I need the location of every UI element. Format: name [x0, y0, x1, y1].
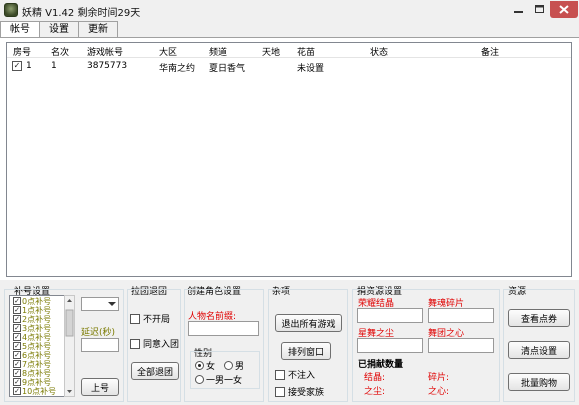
col-tiandi[interactable]: 天地	[262, 45, 280, 58]
row-checkbox[interactable]: ✓	[12, 61, 22, 71]
gender-both-option[interactable]: 一男一女	[195, 373, 242, 386]
list-item[interactable]: ✓ 1点补号	[13, 306, 51, 315]
chevron-down-icon	[108, 302, 116, 306]
dance-soul-input[interactable]	[428, 308, 494, 323]
col-account[interactable]: 游戏帐号	[87, 45, 123, 58]
col-note[interactable]: 备注	[481, 45, 499, 58]
clear-points-button[interactable]: 清点设置	[508, 341, 570, 359]
item-checkbox[interactable]: ✓	[13, 351, 21, 359]
col-region[interactable]: 大区	[159, 45, 177, 58]
col-rank[interactable]: 名次	[51, 45, 69, 58]
cell-account: 3875773	[87, 61, 128, 71]
name-prefix-input[interactable]	[188, 321, 259, 336]
male-radio[interactable]	[224, 361, 233, 370]
close-button[interactable]	[550, 1, 578, 18]
all-quit-button[interactable]: 全部退团	[131, 362, 179, 380]
cell-region: 华南之约	[159, 64, 196, 74]
scroll-arrows-icon	[65, 299, 74, 393]
no-inject-option[interactable]: 不注入	[275, 368, 315, 381]
minimize-icon	[513, 11, 523, 13]
dust-count-label: 之尘:	[364, 387, 386, 397]
both-radio[interactable]	[195, 375, 204, 384]
hour-list-scrollbar[interactable]	[64, 295, 75, 397]
agree-join-option[interactable]: 同意入团	[130, 337, 179, 350]
arrange-windows-button[interactable]: 排列窗口	[281, 342, 331, 360]
list-item[interactable]: ✓ 10点补号	[13, 387, 56, 396]
fragment-count-label: 碎片:	[428, 373, 450, 383]
crystal-count-label: 结晶:	[364, 373, 386, 383]
cell-huamiao: 未设置	[297, 64, 325, 74]
item-checkbox[interactable]: ✓	[13, 378, 21, 386]
item-checkbox[interactable]: ✓	[13, 315, 21, 323]
delay-input[interactable]	[81, 338, 119, 352]
col-channel[interactable]: 频道	[209, 45, 227, 58]
col-status[interactable]: 状态	[370, 45, 388, 58]
maximize-button[interactable]	[529, 1, 549, 18]
cell-rank: 1	[51, 61, 57, 71]
minimize-button[interactable]	[508, 1, 528, 18]
item-checkbox[interactable]: ✓	[13, 333, 21, 341]
accept-family-option[interactable]: 接受家族	[275, 385, 324, 398]
table-row[interactable]: ✓ 1 1 3875773 华南之约 夏日香气 未设置	[7, 59, 571, 74]
table-header: 房号 名次 游戏帐号 大区 频道 天地 花苗 状态 备注	[7, 43, 571, 58]
item-checkbox[interactable]: ✓	[13, 324, 21, 332]
title-bar: 妖精 V1.42 剩余时间29天	[0, 0, 579, 20]
list-item[interactable]: ✓ 2点补号	[13, 315, 51, 324]
cell-channel: 夏日香气	[209, 64, 246, 74]
col-room[interactable]: 房号	[13, 45, 31, 58]
no-open-checkbox[interactable]	[130, 313, 140, 324]
item-checkbox[interactable]: ✓	[13, 387, 21, 395]
list-item[interactable]: ✓ 8点补号	[13, 369, 51, 378]
item-checkbox[interactable]: ✓	[13, 342, 21, 350]
list-item[interactable]: ✓ 3点补号	[13, 324, 51, 333]
app-window: 妖精 V1.42 剩余时间29天 帐号 设置 更新 房号 名次 游戏帐号 大区 …	[0, 0, 579, 405]
list-item[interactable]: ✓ 0点补号	[13, 297, 51, 306]
list-item[interactable]: ✓ 7点补号	[13, 360, 51, 369]
no-open-option[interactable]: 不开局	[130, 312, 170, 325]
donated-title: 已捐献数量	[358, 360, 404, 370]
item-checkbox[interactable]: ✓	[13, 369, 21, 377]
glory-crystal-input[interactable]	[357, 308, 423, 323]
dance-heart-input[interactable]	[428, 338, 494, 353]
up-button[interactable]: 上号	[81, 378, 119, 396]
item-checkbox[interactable]: ✓	[13, 297, 21, 305]
batch-buy-button[interactable]: 批量购物	[508, 373, 570, 391]
item-checkbox[interactable]: ✓	[13, 306, 21, 314]
delay-label: 延迟(秒)	[81, 328, 116, 338]
no-inject-checkbox[interactable]	[275, 369, 285, 380]
tab-bar: 帐号 设置 更新	[0, 21, 118, 38]
list-item[interactable]: ✓ 6点补号	[13, 351, 51, 360]
heart-count-label: 之心:	[428, 387, 450, 397]
account-table[interactable]: 房号 名次 游戏帐号 大区 频道 天地 花苗 状态 备注 ✓ 1 1 38757…	[6, 42, 572, 277]
star-dust-input[interactable]	[357, 338, 423, 353]
cell-room: 1	[26, 61, 32, 71]
col-huamiao[interactable]: 花苗	[297, 45, 315, 58]
accept-family-checkbox[interactable]	[275, 386, 285, 397]
item-checkbox[interactable]: ✓	[13, 360, 21, 368]
hour-select[interactable]	[81, 297, 119, 311]
maximize-icon	[534, 5, 544, 13]
female-radio[interactable]	[195, 361, 204, 370]
gender-male-option[interactable]: 男	[224, 359, 244, 372]
tab-settings[interactable]: 设置	[39, 21, 79, 37]
list-item[interactable]: ✓ 9点补号	[13, 378, 51, 387]
close-icon	[559, 5, 569, 14]
list-item[interactable]: ✓ 5点补号	[13, 342, 51, 351]
app-logo-icon	[4, 3, 18, 17]
view-coupons-button[interactable]: 查看点券	[508, 309, 570, 327]
tab-update[interactable]: 更新	[78, 21, 118, 37]
window-title: 妖精 V1.42 剩余时间29天	[22, 8, 141, 19]
list-item[interactable]: ✓ 4点补号	[13, 333, 51, 342]
quit-all-games-button[interactable]: 退出所有游戏	[275, 314, 342, 332]
tab-account[interactable]: 帐号	[0, 21, 40, 38]
gender-female-option[interactable]: 女	[195, 359, 215, 372]
agree-join-checkbox[interactable]	[130, 338, 140, 349]
